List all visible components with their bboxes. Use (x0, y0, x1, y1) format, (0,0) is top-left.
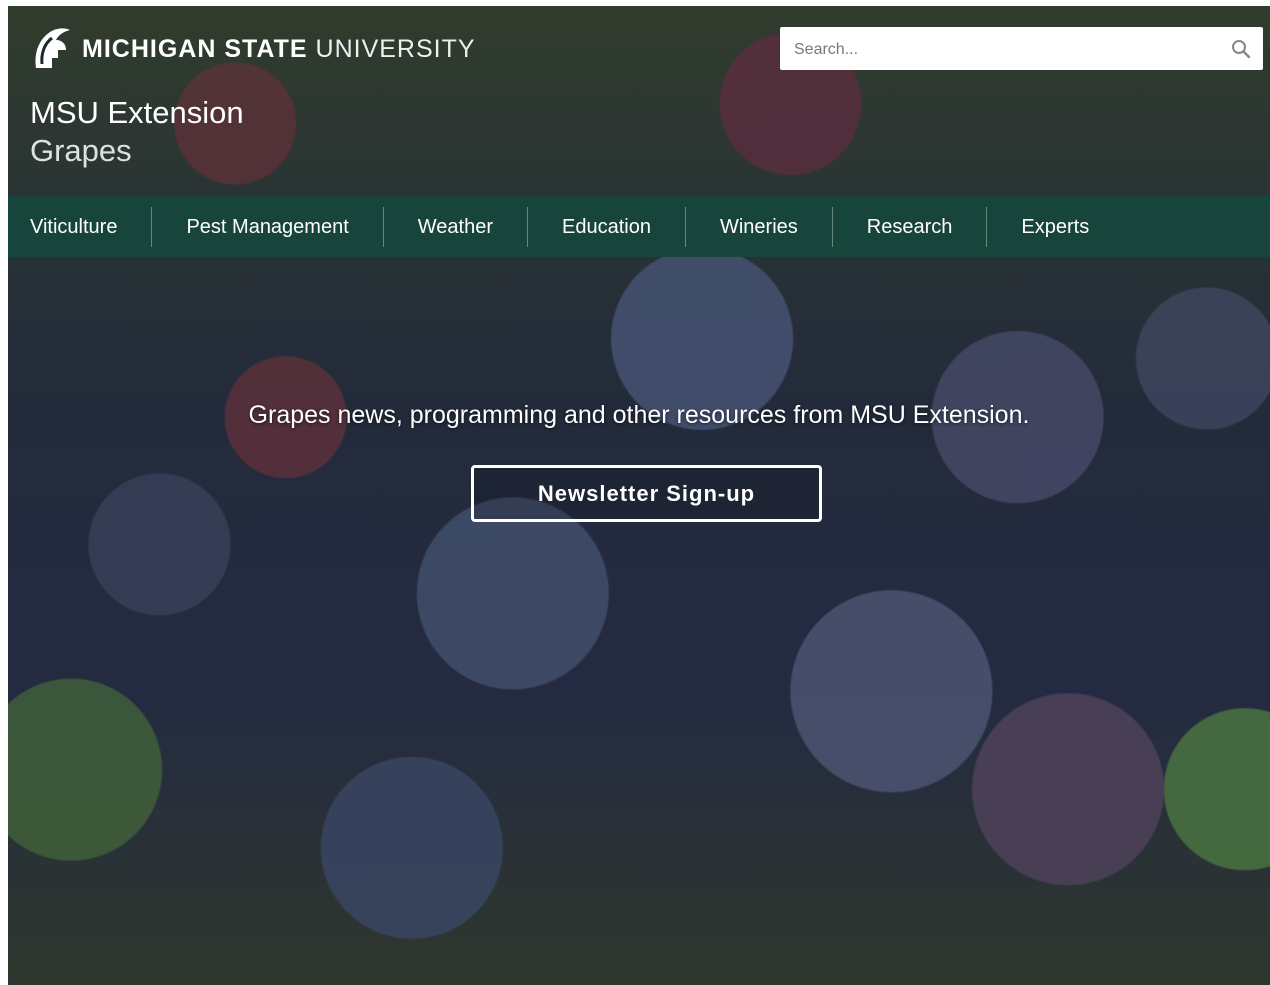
nav-item-wineries[interactable]: Wineries (686, 206, 833, 247)
nav-item-education[interactable]: Education (528, 206, 686, 247)
nav-item-viticulture[interactable]: Viticulture (8, 206, 153, 247)
search-input[interactable] (792, 27, 1216, 72)
search-icon (1232, 40, 1251, 59)
site-name: MSU Extension (30, 95, 244, 130)
logo-text: MICHIGAN STATE UNIVERSITY (82, 35, 476, 64)
logo-text-bold: MICHIGAN STATE (82, 34, 308, 63)
nav-item-pest-management[interactable]: Pest Management (152, 206, 384, 247)
hero-banner: MICHIGAN STATE UNIVERSITY MSU Extension … (8, 6, 1270, 985)
newsletter-signup-button[interactable]: Newsletter Sign-up (471, 465, 822, 522)
logo-text-light: UNIVERSITY (315, 34, 476, 63)
nav-item-experts[interactable]: Experts (987, 207, 1123, 247)
nav-item-research[interactable]: Research (833, 206, 988, 247)
site-subtitle: Grapes (30, 133, 132, 168)
search-button[interactable] (1229, 37, 1253, 61)
site-title[interactable]: MSU Extension Grapes (30, 94, 244, 170)
search-box (780, 27, 1263, 72)
nav-item-weather[interactable]: Weather (384, 206, 529, 247)
spartan-helmet-icon (35, 28, 70, 68)
msu-logo[interactable]: MICHIGAN STATE UNIVERSITY (28, 24, 476, 74)
main-nav: Viticulture Pest Management Weather Educ… (8, 196, 1270, 257)
hero-tagline: Grapes news, programming and other resou… (248, 401, 1030, 429)
